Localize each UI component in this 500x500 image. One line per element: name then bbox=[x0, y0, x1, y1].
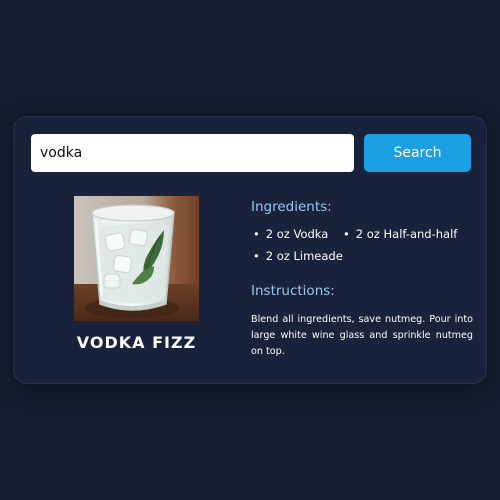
ingredient-item: 2 oz Limeade bbox=[253, 249, 343, 263]
search-input[interactable] bbox=[31, 134, 354, 172]
ingredients-heading: Ingredients: bbox=[251, 199, 332, 215]
instructions-heading: Instructions: bbox=[251, 283, 335, 299]
drink-name: VODKA FIZZ bbox=[76, 333, 197, 352]
recipe-card: Search bbox=[13, 116, 487, 384]
cocktail-glass-icon bbox=[74, 196, 199, 321]
instructions-text: Blend all ingredients, save nutmeg. Pour… bbox=[251, 314, 473, 357]
drink-image bbox=[74, 196, 199, 321]
ingredient-item: 2 oz Half-and-half bbox=[343, 227, 458, 241]
search-button[interactable]: Search bbox=[364, 134, 471, 172]
ingredient-item: 2 oz Vodka bbox=[253, 227, 329, 241]
